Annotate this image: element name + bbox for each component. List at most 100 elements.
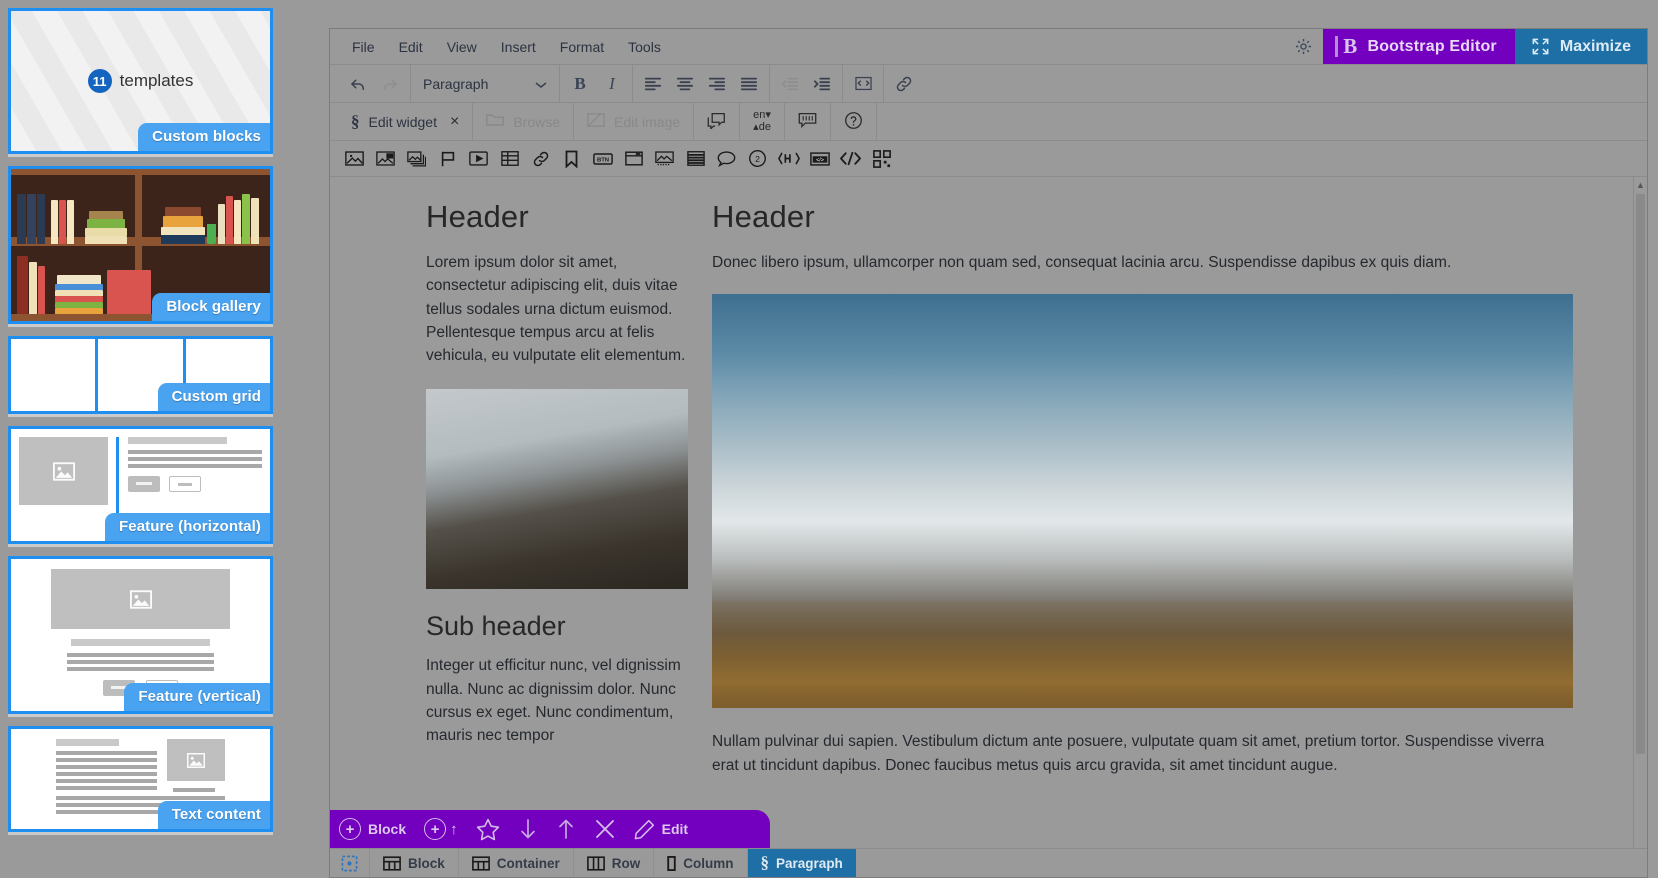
right-paragraph[interactable]: Donec libero ipsum, ullamcorper non quam…	[712, 251, 1573, 274]
italic-button[interactable]: I	[596, 69, 628, 99]
left-paragraph[interactable]: Lorem ipsum dolor sit amet, consectetur …	[426, 251, 688, 367]
select-area-icon	[341, 855, 358, 871]
content-column-left[interactable]: Header Lorem ipsum dolor sit amet, conse…	[426, 199, 688, 777]
path-item-container[interactable]: Container	[459, 849, 574, 877]
media-icon[interactable]	[650, 145, 679, 173]
edit-block-label: Edit	[661, 821, 689, 837]
menu-file[interactable]: File	[342, 34, 385, 60]
move-up-button[interactable]	[547, 810, 585, 848]
comment-icon[interactable]	[712, 145, 741, 173]
path-item-column[interactable]: Column	[654, 849, 748, 877]
coastline-photo[interactable]	[426, 389, 688, 590]
format-toolbar: Paragraph B I	[330, 65, 1647, 103]
menu-insert[interactable]: Insert	[491, 34, 546, 60]
snowy-mountains-photo[interactable]	[712, 294, 1573, 709]
image-stack-icon[interactable]	[402, 145, 431, 173]
heading-code-icon[interactable]	[774, 145, 803, 173]
template-card-text-content[interactable]: Text content	[8, 726, 273, 832]
template-card-block-gallery[interactable]: Block gallery	[8, 166, 273, 324]
source-code-icon[interactable]	[847, 69, 879, 99]
path-item-label: Paragraph	[776, 855, 843, 871]
template-card-label: Text content	[157, 801, 270, 829]
translate-settings-button[interactable]	[785, 103, 831, 140]
bookmark-icon[interactable]	[557, 145, 586, 173]
video-icon[interactable]	[464, 145, 493, 173]
right-paragraph-below[interactable]: Nullam pulvinar dui sapien. Vestibulum d…	[712, 730, 1573, 777]
menu-tools[interactable]: Tools	[618, 34, 671, 60]
bootstrap-b-icon: B	[1335, 36, 1357, 57]
menu-format[interactable]: Format	[550, 34, 614, 60]
page-canvas[interactable]: Header Lorem ipsum dolor sit amet, conse…	[330, 177, 1633, 848]
favorite-button[interactable]	[467, 810, 509, 848]
browse-button: Browse	[473, 103, 575, 140]
scroll-up-icon[interactable]: ▲	[1636, 180, 1645, 190]
edit-block-button[interactable]: Edit	[625, 810, 697, 848]
path-item-label: Row	[611, 855, 641, 871]
svg-text:2: 2	[755, 154, 760, 164]
link-icon[interactable]	[526, 145, 555, 173]
delete-block-button[interactable]	[585, 810, 625, 848]
align-center-icon[interactable]	[669, 69, 701, 99]
path-item-label: Container	[496, 855, 560, 871]
translate-button[interactable]: en▾ ▴de	[740, 103, 785, 140]
path-item-paragraph[interactable]: § Paragraph	[747, 849, 856, 877]
maximize-icon	[1532, 38, 1549, 55]
undo-icon[interactable]	[342, 69, 374, 99]
align-left-icon[interactable]	[637, 69, 669, 99]
browse-label: Browse	[513, 113, 561, 130]
add-block-above-button[interactable]: + ↑	[415, 810, 467, 848]
path-item-block[interactable]: Block	[370, 849, 459, 877]
button-icon[interactable]: BTN	[588, 145, 617, 173]
help-button[interactable]	[831, 103, 877, 140]
menu-edit[interactable]: Edit	[389, 34, 433, 60]
insert-toolbar: BTN 2 </>	[330, 141, 1647, 177]
close-icon[interactable]: ×	[446, 113, 459, 131]
brand-label: Bootstrap Editor	[1367, 37, 1497, 55]
path-item-row[interactable]: Row	[574, 849, 655, 877]
bootstrap-editor-brand[interactable]: B Bootstrap Editor	[1323, 29, 1515, 64]
badge-2-icon[interactable]: 2	[743, 145, 772, 173]
template-card-feature-horizontal[interactable]: Feature (horizontal)	[8, 426, 273, 544]
path-item-label: Column	[683, 855, 734, 871]
block-format-select[interactable]: Paragraph	[415, 69, 555, 99]
content-column-right[interactable]: Header Donec libero ipsum, ullamcorper n…	[712, 199, 1573, 777]
window-icon[interactable]	[619, 145, 648, 173]
maximize-button[interactable]: Maximize	[1514, 29, 1647, 64]
template-card-custom-blocks[interactable]: 11 templates Custom blocks	[8, 8, 273, 154]
bold-button[interactable]: B	[564, 69, 596, 99]
edit-widget-tab[interactable]: § Edit widget ×	[338, 103, 474, 140]
right-header: Header	[712, 199, 815, 234]
editor-window: File Edit View Insert Format Tools B Boo…	[329, 28, 1648, 878]
link-icon[interactable]	[888, 69, 920, 99]
path-item-label: Block	[408, 855, 445, 871]
move-down-button[interactable]	[509, 810, 547, 848]
image-settings-icon[interactable]	[371, 145, 400, 173]
align-justify-icon[interactable]	[733, 69, 765, 99]
flag-icon[interactable]	[433, 145, 462, 173]
select-area-button[interactable]	[330, 849, 370, 877]
duplicate-widget-button[interactable]	[694, 103, 741, 140]
menu-view[interactable]: View	[437, 34, 487, 60]
canvas-scrollbar[interactable]: ▲	[1633, 177, 1647, 848]
column-icon	[667, 855, 676, 871]
left-sub-paragraph[interactable]: Integer ut efficitur nunc, vel dignissim…	[426, 654, 688, 747]
template-sidebar[interactable]: 11 templates Custom blocks Block gallery…	[0, 0, 283, 878]
indent-icon[interactable]	[806, 69, 838, 99]
translate-icon: en▾ ▴de	[753, 108, 771, 133]
block-action-toolbar[interactable]: + Block + ↑ Edit	[330, 810, 770, 848]
table-icon[interactable]	[495, 145, 524, 173]
element-path-bar: Block Container Row Column § Paragraph	[330, 848, 1647, 877]
scrollbar-thumb[interactable]	[1636, 194, 1645, 754]
template-card-custom-grid[interactable]: Custom grid	[8, 336, 273, 414]
qr-icon[interactable]	[867, 145, 896, 173]
template-card-feature-vertical[interactable]: Feature (vertical)	[8, 556, 273, 714]
edit-widget-label: Edit widget	[368, 113, 437, 130]
image-icon[interactable]	[340, 145, 369, 173]
arrow-down-icon	[520, 819, 535, 839]
layers-icon[interactable]	[681, 145, 710, 173]
code-icon[interactable]	[836, 145, 865, 173]
embed-icon[interactable]: </>	[805, 145, 834, 173]
align-right-icon[interactable]	[701, 69, 733, 99]
add-block-button[interactable]: + Block	[330, 810, 415, 848]
gear-icon[interactable]	[1283, 29, 1323, 64]
